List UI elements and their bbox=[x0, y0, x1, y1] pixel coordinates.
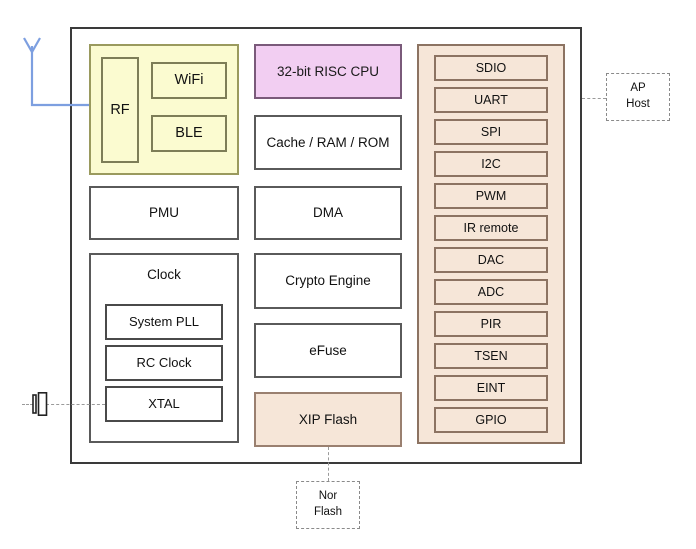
peripheral-label: UART bbox=[474, 92, 508, 107]
wifi-block[interactable]: WiFi bbox=[151, 62, 227, 99]
nor-flash-connector bbox=[328, 447, 329, 481]
peripheral-pwm[interactable]: PWM bbox=[434, 183, 548, 209]
peripheral-label: ADC bbox=[477, 284, 505, 299]
xip-flash-block[interactable]: XIP Flash bbox=[254, 392, 402, 447]
xtal-block[interactable]: XTAL bbox=[105, 386, 223, 422]
peripheral-gpio[interactable]: GPIO bbox=[434, 407, 548, 433]
crypto-engine-block[interactable]: Crypto Engine bbox=[254, 253, 402, 309]
nor-flash-line2: Flash bbox=[313, 506, 343, 518]
system-pll-label: System PLL bbox=[128, 313, 200, 329]
peripheral-label: SDIO bbox=[475, 60, 507, 75]
peripheral-sdio[interactable]: SDIO bbox=[434, 55, 548, 81]
peripheral-uart[interactable]: UART bbox=[434, 87, 548, 113]
nor-flash-line1: Nor bbox=[318, 490, 338, 503]
rc-clock-label: RC Clock bbox=[136, 354, 192, 370]
peripheral-label: GPIO bbox=[475, 412, 507, 427]
ble-label: BLE bbox=[175, 125, 203, 142]
peripheral-dac[interactable]: DAC bbox=[434, 247, 548, 273]
peripheral-label: SPI bbox=[480, 124, 502, 139]
crypto-engine-label: Crypto Engine bbox=[285, 273, 371, 289]
dma-block[interactable]: DMA bbox=[254, 186, 402, 240]
efuse-block[interactable]: eFuse bbox=[254, 323, 402, 378]
system-pll-block[interactable]: System PLL bbox=[105, 304, 223, 340]
peripheral-ir-remote[interactable]: IR remote bbox=[434, 215, 548, 241]
rf-block[interactable]: RF bbox=[101, 57, 139, 163]
rf-label: RF bbox=[110, 101, 130, 118]
peripheral-label: PIR bbox=[480, 316, 502, 331]
peripheral-tsen[interactable]: TSEN bbox=[434, 343, 548, 369]
cache-ram-rom-label: Cache / RAM / ROM bbox=[266, 134, 390, 150]
ap-host-block[interactable]: AP Host bbox=[606, 73, 670, 121]
peripheral-i2c[interactable]: I2C bbox=[434, 151, 548, 177]
pmu-block[interactable]: PMU bbox=[89, 186, 239, 240]
peripheral-label: DAC bbox=[477, 252, 505, 267]
ap-host-line2: Host bbox=[626, 98, 650, 110]
nor-flash-block[interactable]: Nor Flash bbox=[296, 481, 360, 529]
wifi-label: WiFi bbox=[174, 72, 204, 89]
peripheral-label: PWM bbox=[475, 188, 507, 203]
xip-flash-label: XIP Flash bbox=[298, 411, 358, 427]
peripheral-label: EINT bbox=[476, 380, 506, 395]
ble-block[interactable]: BLE bbox=[151, 115, 227, 152]
xtal-label: XTAL bbox=[148, 395, 180, 411]
peripheral-eint[interactable]: EINT bbox=[434, 375, 548, 401]
peripheral-adc[interactable]: ADC bbox=[434, 279, 548, 305]
peripheral-pir[interactable]: PIR bbox=[434, 311, 548, 337]
crystal-connector-right bbox=[46, 404, 105, 405]
peripheral-label: I2C bbox=[481, 156, 501, 171]
peripheral-label: IR remote bbox=[463, 220, 519, 235]
ap-host-line1: AP bbox=[630, 82, 646, 95]
ap-host-connector bbox=[582, 98, 606, 99]
crystal-oscillator-icon bbox=[32, 392, 48, 416]
cpu-block[interactable]: 32-bit RISC CPU bbox=[254, 44, 402, 99]
pmu-label: PMU bbox=[149, 205, 179, 221]
cpu-label: 32-bit RISC CPU bbox=[276, 63, 380, 79]
dma-label: DMA bbox=[313, 205, 343, 221]
rc-clock-block[interactable]: RC Clock bbox=[105, 345, 223, 381]
efuse-label: eFuse bbox=[309, 342, 347, 358]
soc-block-diagram: RF WiFi BLE PMU Clock System PLL RC Cloc… bbox=[0, 0, 696, 549]
peripheral-label: TSEN bbox=[474, 348, 508, 363]
clock-group-title: Clock bbox=[147, 267, 181, 282]
peripheral-spi[interactable]: SPI bbox=[434, 119, 548, 145]
cache-ram-rom-block[interactable]: Cache / RAM / ROM bbox=[254, 115, 402, 170]
